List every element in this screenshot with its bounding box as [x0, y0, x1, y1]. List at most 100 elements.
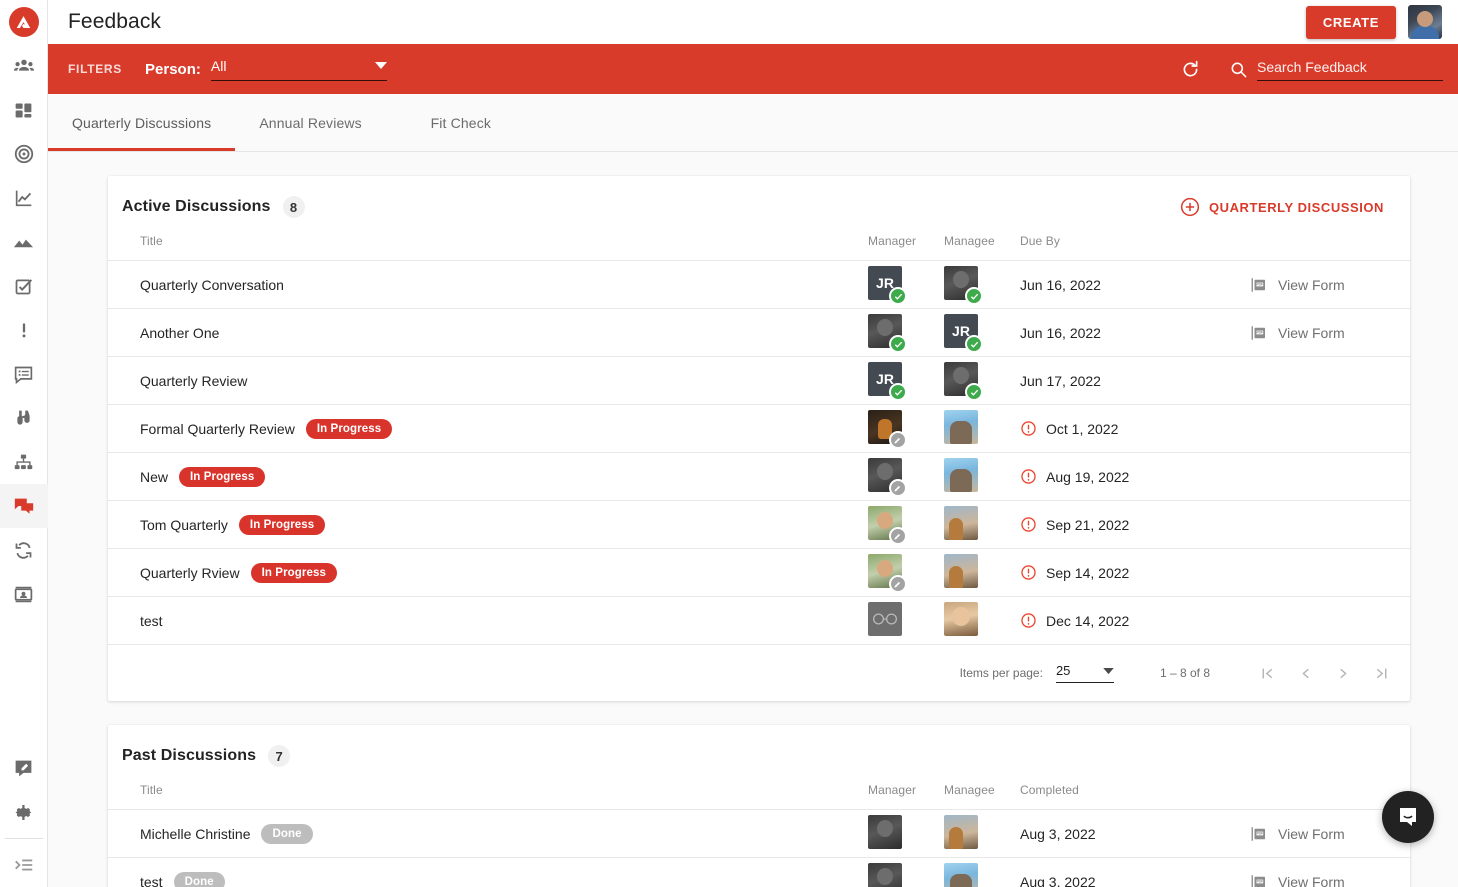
table-header-row: Title Manager Managee Completed — [108, 773, 1410, 810]
manager-avatar[interactable] — [868, 458, 902, 492]
manager-avatar[interactable] — [868, 554, 902, 588]
refresh-icon[interactable] — [1180, 59, 1201, 80]
sidebar-item-dashboard[interactable] — [0, 88, 48, 132]
search-input[interactable] — [1257, 57, 1443, 81]
row-title: Another One — [140, 325, 219, 341]
sidebar-item-goals[interactable] — [0, 132, 48, 176]
view-form-label: View Form — [1278, 826, 1345, 842]
managee-avatar[interactable] — [944, 815, 978, 849]
sidebar-item-org-chart[interactable] — [0, 440, 48, 484]
manager-avatar[interactable] — [868, 506, 902, 540]
sidebar-item-compose[interactable] — [0, 746, 48, 790]
sidebar-item-feedback[interactable] — [0, 484, 48, 528]
people-group-icon — [13, 55, 35, 77]
table-row[interactable]: Quarterly RviewIn ProgressSep 14, 2022 — [108, 549, 1410, 597]
chat-widget-button[interactable] — [1382, 791, 1434, 843]
sidebar-item-peaks[interactable] — [0, 220, 48, 264]
user-avatar[interactable] — [1408, 5, 1442, 39]
row-date-cell: Oct 1, 2022 — [1020, 405, 1250, 453]
row-manager-cell: JR — [868, 357, 944, 405]
managee-avatar[interactable] — [944, 458, 978, 492]
view-form-button[interactable]: PDFView Form — [1250, 324, 1410, 342]
view-form-button[interactable]: PDFView Form — [1250, 873, 1410, 887]
add-quarterly-discussion-label: QUARTERLY DISCUSSION — [1209, 200, 1384, 215]
row-date: Sep 21, 2022 — [1046, 517, 1129, 533]
plus-circle-icon — [1180, 197, 1200, 217]
next-page-icon[interactable] — [1332, 662, 1354, 684]
first-page-icon[interactable] — [1256, 662, 1278, 684]
managee-avatar[interactable] — [944, 266, 978, 300]
manager-avatar[interactable] — [868, 815, 902, 849]
sidebar-item-collapse[interactable] — [0, 843, 48, 887]
sidebar-item-analytics[interactable] — [0, 176, 48, 220]
row-manager-cell — [868, 810, 944, 858]
previous-page-icon[interactable] — [1294, 662, 1316, 684]
table-row[interactable]: testDec 14, 2022 — [108, 597, 1410, 645]
column-title: Title — [108, 773, 868, 810]
tab-annual-reviews[interactable]: Annual Reviews — [235, 94, 386, 151]
page-title: Feedback — [68, 10, 161, 34]
row-title: test — [140, 613, 163, 629]
managee-avatar[interactable] — [944, 506, 978, 540]
table-row[interactable]: Michelle ChristineDoneAug 3, 2022PDFView… — [108, 810, 1410, 858]
sidebar-divider — [5, 838, 43, 839]
header-actions: CREATE — [1306, 5, 1442, 39]
add-quarterly-discussion-button[interactable]: QUARTERLY DISCUSSION — [1180, 197, 1384, 217]
manager-avatar[interactable] — [868, 863, 902, 887]
manager-avatar[interactable] — [868, 410, 902, 444]
gear-icon — [13, 802, 34, 823]
sidebar-item-messages[interactable] — [0, 352, 48, 396]
person-filter-select[interactable]: All — [211, 57, 387, 81]
table-row[interactable]: Quarterly ConversationJRJun 16, 2022PDFV… — [108, 261, 1410, 309]
create-button[interactable]: CREATE — [1306, 6, 1396, 39]
manager-avatar[interactable]: JR — [868, 266, 902, 300]
sidebar-item-people[interactable] — [0, 44, 48, 88]
avatar-image — [944, 506, 978, 540]
managee-avatar[interactable]: JR — [944, 314, 978, 348]
managee-avatar[interactable] — [944, 410, 978, 444]
sidebar-item-settings[interactable] — [0, 790, 48, 834]
row-title-cell: Quarterly Conversation — [108, 261, 868, 309]
table-row[interactable]: Formal Quarterly ReviewIn ProgressOct 1,… — [108, 405, 1410, 453]
sidebar-nav — [0, 44, 48, 616]
items-per-page-select[interactable]: 25 — [1056, 663, 1114, 683]
sidebar-item-scouting[interactable] — [0, 396, 48, 440]
sidebar-item-contacts[interactable] — [0, 572, 48, 616]
column-form — [1250, 224, 1410, 261]
row-form-cell — [1250, 405, 1410, 453]
tab-fit-check[interactable]: Fit Check — [386, 94, 536, 151]
sidebar-item-tasks[interactable] — [0, 264, 48, 308]
managee-avatar[interactable] — [944, 554, 978, 588]
search-icon[interactable] — [1229, 60, 1248, 79]
manager-avatar[interactable] — [868, 314, 902, 348]
row-title: Quarterly Rview — [140, 565, 240, 581]
past-discussions-card: Past Discussions 7 Title Manager Managee… — [108, 725, 1410, 887]
sidebar-item-sync[interactable] — [0, 528, 48, 572]
row-title: Formal Quarterly Review — [140, 421, 295, 437]
table-row[interactable]: Tom QuarterlyIn Progress Sep 21, 2022 — [108, 501, 1410, 549]
sidebar-item-alerts[interactable] — [0, 308, 48, 352]
svg-text:PDF: PDF — [1256, 330, 1263, 334]
table-row[interactable]: Quarterly ReviewJRJun 17, 2022 — [108, 357, 1410, 405]
row-managee-cell — [944, 597, 1020, 645]
view-form-button[interactable]: PDFView Form — [1250, 276, 1410, 294]
manager-avatar[interactable]: JR — [868, 362, 902, 396]
row-form-cell — [1250, 501, 1410, 549]
table-header-row: Title Manager Managee Due By — [108, 224, 1410, 261]
collapse-menu-icon — [13, 854, 35, 876]
managee-avatar[interactable] — [944, 602, 978, 636]
managee-avatar[interactable] — [944, 863, 978, 887]
row-date: Sep 14, 2022 — [1046, 565, 1129, 581]
check-badge-icon — [965, 335, 983, 353]
past-discussions-title: Past Discussions — [122, 747, 256, 765]
pencil-badge-icon — [889, 575, 907, 593]
manager-avatar[interactable] — [868, 602, 902, 636]
app-logo[interactable] — [9, 0, 39, 44]
managee-avatar[interactable] — [944, 362, 978, 396]
table-row[interactable]: testDoneAug 3, 2022PDFView Form — [108, 858, 1410, 887]
table-row[interactable]: NewIn ProgressAug 19, 2022 — [108, 453, 1410, 501]
tab-quarterly-discussions[interactable]: Quarterly Discussions — [48, 94, 235, 151]
last-page-icon[interactable] — [1370, 662, 1392, 684]
table-row[interactable]: Another OneJRJun 16, 2022PDFView Form — [108, 309, 1410, 357]
row-title-cell: Tom QuarterlyIn Progress — [108, 501, 868, 549]
